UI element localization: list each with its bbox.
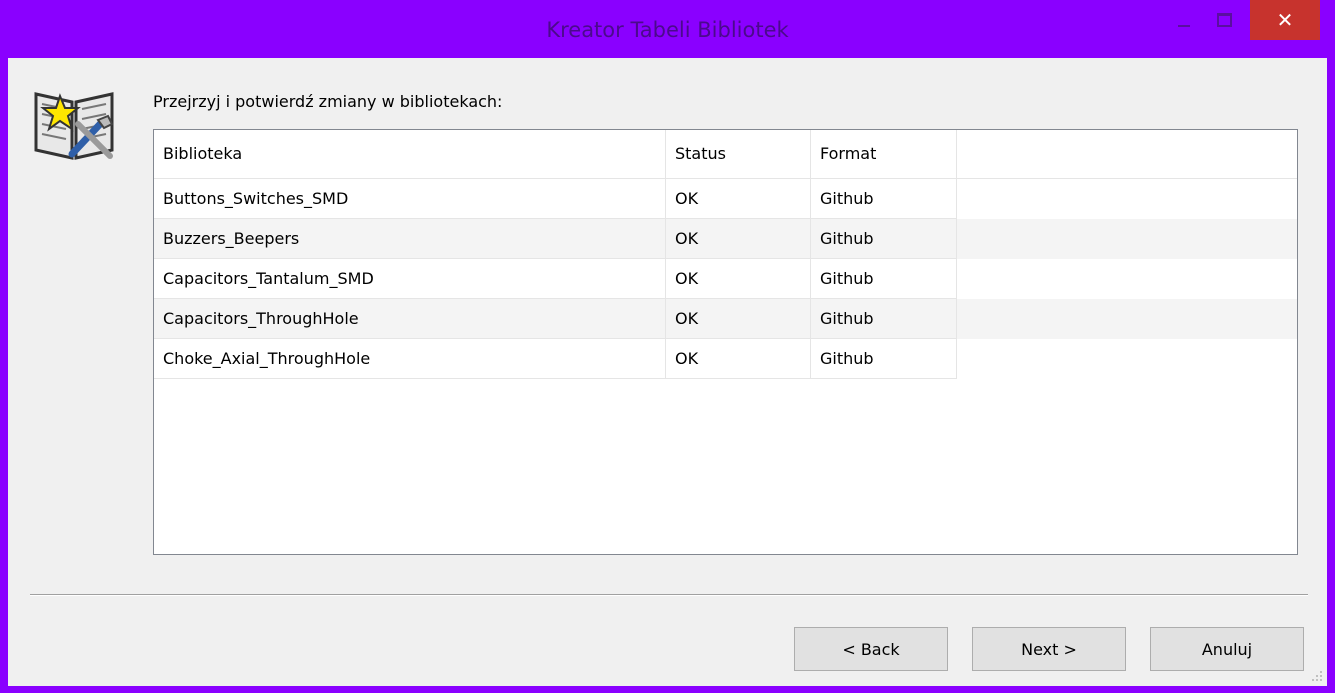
table-row[interactable]: Capacitors_ThroughHole OK Github [154, 299, 1297, 339]
table-row[interactable]: Buttons_Switches_SMD OK Github [154, 179, 1297, 219]
footer-separator [30, 594, 1308, 596]
format-cell: Github [811, 339, 957, 379]
list-header: Biblioteka Status Format [154, 130, 1297, 178]
maximize-icon [1216, 13, 1232, 27]
back-button[interactable]: < Back [794, 627, 948, 671]
library-name-cell: Buttons_Switches_SMD [154, 179, 666, 219]
resize-grip-icon[interactable] [1311, 670, 1323, 682]
status-cell: OK [666, 299, 811, 339]
format-cell: Github [811, 179, 957, 219]
table-row[interactable]: Capacitors_Tantalum_SMD OK Github [154, 259, 1297, 299]
format-cell: Github [811, 259, 957, 299]
wizard-window: Kreator Tabeli Bibliotek ✕ Przejrzyj i p… [0, 0, 1335, 693]
next-button[interactable]: Next > [972, 627, 1126, 671]
table-row[interactable]: Buzzers_Beepers OK Github [154, 219, 1297, 259]
window-title: Kreator Tabeli Bibliotek [546, 18, 789, 42]
close-button[interactable]: ✕ [1250, 0, 1320, 40]
library-list[interactable]: Biblioteka Status Format Buttons_Switche… [153, 129, 1298, 555]
cancel-button[interactable]: Anuluj [1150, 627, 1304, 671]
status-cell: OK [666, 219, 811, 259]
column-header-biblioteka[interactable]: Biblioteka [154, 130, 666, 178]
instruction-text: Przejrzyj i potwierdź zmiany w bibliotek… [153, 92, 503, 111]
minimize-button[interactable] [1164, 0, 1204, 40]
title-bar[interactable]: Kreator Tabeli Bibliotek ✕ [0, 0, 1335, 58]
status-cell: OK [666, 259, 811, 299]
format-cell: Github [811, 219, 957, 259]
row-stripe [957, 219, 1297, 259]
column-header-status[interactable]: Status [666, 130, 811, 178]
library-name-cell: Capacitors_Tantalum_SMD [154, 259, 666, 299]
library-name-cell: Buzzers_Beepers [154, 219, 666, 259]
wizard-page: Przejrzyj i potwierdź zmiany w bibliotek… [8, 58, 1327, 686]
maximize-button[interactable] [1204, 0, 1244, 40]
library-name-cell: Choke_Axial_ThroughHole [154, 339, 666, 379]
status-cell: OK [666, 179, 811, 219]
book-wizard-icon [32, 76, 116, 160]
column-header-format[interactable]: Format [811, 130, 957, 178]
library-name-cell: Capacitors_ThroughHole [154, 299, 666, 339]
minimize-icon [1178, 25, 1190, 27]
format-cell: Github [811, 299, 957, 339]
row-stripe [957, 299, 1297, 339]
status-cell: OK [666, 339, 811, 379]
close-icon: ✕ [1276, 8, 1294, 32]
table-row[interactable]: Choke_Axial_ThroughHole OK Github [154, 339, 1297, 379]
